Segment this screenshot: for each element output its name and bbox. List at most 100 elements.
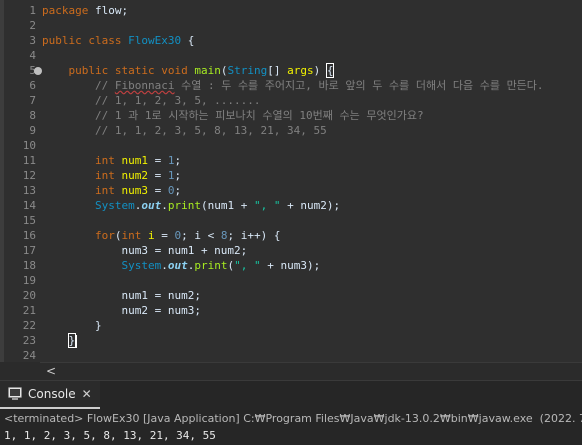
code-token: // 1, 1, 2, 3, 5, 8, 13, 21, 34, 55 — [42, 124, 327, 137]
code-text: // 1, 1, 2, 3, 5, 8, 13, 21, 34, 55 — [42, 123, 327, 138]
code-editor[interactable]: 1 2 3 4 5 6 7 8 9 10 11 12 13 14 15 16 17 18 19 20 21 22 23 24 … — [0, 0, 582, 362]
code-line[interactable]: System.out.print(", " + num3); — [0, 258, 582, 273]
code-token: FlowEx30 — [128, 34, 182, 47]
code-token: int — [121, 229, 142, 242]
code-token: + num3); — [260, 259, 321, 272]
code-token: out — [141, 199, 162, 212]
code-text: int num2 = 1; — [42, 168, 181, 183]
code-line[interactable]: // 1, 1, 2, 3, 5, 8, 13, 21, 34, 55 — [0, 123, 582, 138]
code-line[interactable]: } — [0, 333, 582, 348]
code-token: print — [194, 259, 228, 272]
code-text: package flow; — [42, 3, 128, 18]
code-token: int — [94, 154, 115, 167]
code-text: } — [42, 333, 78, 348]
code-token: ) — [313, 64, 327, 77]
code-line[interactable] — [0, 18, 582, 33]
code-token: for — [94, 229, 115, 242]
code-line[interactable]: System.out.print(num1 + ", " + num2); — [0, 198, 582, 213]
code-token: public static void — [68, 64, 188, 77]
code-text: public static void main(String[] args) { — [42, 63, 335, 78]
scroll-left-arrow-icon[interactable]: < — [46, 364, 56, 378]
code-token: int — [94, 169, 115, 182]
code-token: . — [161, 199, 168, 212]
code-line[interactable]: num2 = num3; — [0, 303, 582, 318]
code-token: + num2); — [280, 199, 341, 212]
code-token: = — [147, 184, 168, 197]
terminated-status-line: <terminated> FlowEx30 [Java Application]… — [4, 412, 582, 425]
code-text: num1 = num2; — [42, 288, 200, 303]
code-line[interactable]: package flow; — [0, 3, 582, 18]
code-token: package — [42, 4, 89, 17]
code-token: String — [227, 64, 268, 77]
code-token: // 1 과 1로 시작하는 피보나치 수열의 10번째 수는 무엇인가요? — [42, 109, 424, 122]
code-token: // 1, 1, 2, 3, 5, ....... — [42, 94, 261, 107]
code-text: for(int i = 0; i < 8; i++) { — [42, 228, 280, 243]
code-token: ; — [174, 154, 182, 167]
tab-console[interactable]: Console ✕ — [0, 381, 100, 409]
code-line[interactable]: // 1, 1, 2, 3, 5, ....... — [0, 93, 582, 108]
code-line[interactable] — [0, 273, 582, 288]
console-tab-label: Console — [28, 387, 76, 401]
code-token: num3 — [121, 184, 148, 197]
code-text: // Fibonnaci 수열 : 두 수를 주어지고, 바로 앞의 두 수를 … — [42, 78, 544, 93]
code-token: // — [42, 79, 115, 92]
code-line[interactable]: num1 = num2; — [0, 288, 582, 303]
code-text: int num1 = 1; — [42, 153, 181, 168]
console-output: 1, 1, 2, 3, 5, 8, 13, 21, 34, 55 — [4, 429, 216, 442]
code-token: flow; — [88, 4, 129, 17]
close-icon[interactable]: ✕ — [82, 387, 92, 401]
code-token: i — [147, 229, 155, 242]
code-line[interactable]: num3 = num1 + num2; — [0, 243, 582, 258]
code-text: num2 = num3; — [42, 303, 201, 318]
code-text: public class FlowEx30 { — [42, 33, 194, 48]
code-line[interactable] — [0, 138, 582, 153]
code-text: // 1, 1, 2, 3, 5, ....... — [42, 93, 261, 108]
code-token: Fibonnaci — [114, 79, 175, 92]
code-text: num3 = num1 + num2; — [42, 243, 247, 258]
code-text: } — [42, 318, 102, 333]
horizontal-scrollbar[interactable]: < — [40, 362, 582, 378]
code-line[interactable]: } — [0, 318, 582, 333]
code-token: } — [42, 319, 102, 332]
console-icon — [8, 385, 22, 404]
code-token: public class — [42, 34, 122, 47]
code-token: (num1 + — [200, 199, 254, 212]
code-token: ; — [174, 184, 182, 197]
code-line[interactable]: // 1 과 1로 시작하는 피보나치 수열의 10번째 수는 무엇인가요? — [0, 108, 582, 123]
code-line[interactable] — [0, 348, 582, 362]
code-token: args — [287, 64, 314, 77]
code-line[interactable]: for(int i = 0; i < 8; i++) { — [0, 228, 582, 243]
code-token: ; — [174, 169, 182, 182]
code-token: ; i < — [181, 229, 221, 242]
code-line[interactable]: int num1 = 1; — [0, 153, 582, 168]
code-token: = — [147, 154, 168, 167]
code-token: num1 — [121, 154, 148, 167]
code-text: // 1 과 1로 시작하는 피보나치 수열의 10번째 수는 무엇인가요? — [42, 108, 424, 123]
code-line[interactable]: // Fibonnaci 수열 : 두 수를 주어지고, 바로 앞의 두 수를 … — [0, 78, 582, 93]
code-line[interactable]: public static void main(String[] args) { — [0, 63, 582, 78]
code-line[interactable]: public class FlowEx30 { — [0, 33, 582, 48]
console-panel: Console ✕ <terminated> FlowEx30 [Java Ap… — [0, 380, 582, 445]
code-token: = — [154, 229, 175, 242]
code-token: } — [67, 333, 77, 348]
code-line[interactable] — [0, 213, 582, 228]
code-line[interactable]: int num2 = 1; — [0, 168, 582, 183]
code-token: num2 — [121, 169, 148, 182]
code-token: { — [325, 63, 335, 78]
code-line[interactable]: int num3 = 0; — [0, 183, 582, 198]
code-token: num2 = num3; — [42, 304, 201, 317]
code-token: ", " — [253, 199, 281, 212]
code-token: num3 = num1 + num2; — [42, 244, 248, 257]
text-cursor — [76, 334, 78, 348]
code-token: = — [147, 169, 168, 182]
code-line[interactable] — [0, 48, 582, 63]
code-token: 수열 : 두 수를 주어지고, 바로 앞의 두 수를 더해서 다음 수를 만든다… — [174, 79, 544, 92]
